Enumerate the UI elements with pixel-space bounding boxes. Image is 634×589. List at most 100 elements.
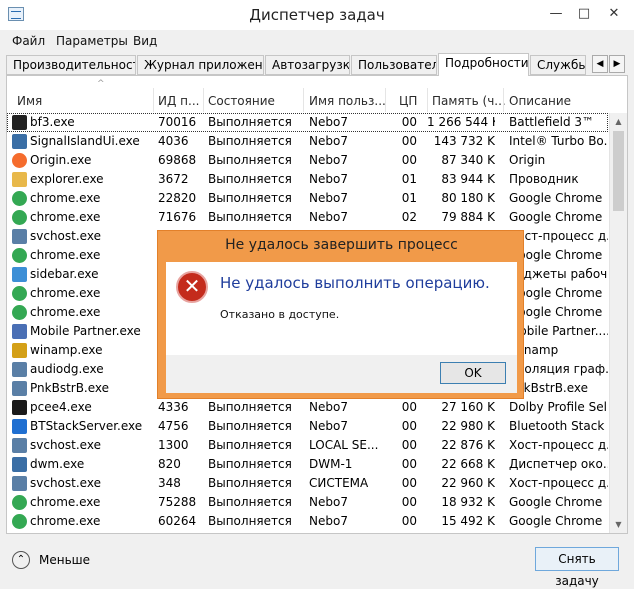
chrome-icon [12,305,27,320]
chrome-icon [12,248,27,263]
column-divider[interactable] [503,88,504,112]
table-row[interactable]: svchost.exe 348 Выполняется СИСТЕМА 00 22 960… [7,474,608,493]
process-name: Origin.exe [30,153,92,167]
column-divider[interactable] [427,88,428,112]
service-icon [12,229,27,244]
scroll-up-icon[interactable]: ▲ [610,113,627,130]
table-row[interactable]: explorer.exe 3672 Выполняется Nebo7 01 83 944… [7,170,608,189]
column-memory[interactable]: Память (ч... [432,94,506,108]
column-user[interactable]: Имя польз... [309,94,386,108]
vertical-scrollbar[interactable]: ▲ ▼ [609,113,627,533]
tab-app-history[interactable]: Журнал приложений [137,55,264,75]
table-row[interactable]: dwm.exe 820 Выполняется DWM-1 00 22 668 K Дисп… [7,455,608,474]
process-state: Выполняется [208,115,292,129]
chrome-icon [12,495,27,510]
process-cpu: 00 [401,400,417,414]
process-user: Nebo7 [309,400,348,414]
process-user: СИСТЕМА [309,476,369,490]
service-icon [12,362,27,377]
process-pid: 3672 [158,172,189,186]
menu-view[interactable]: Вид [133,34,157,48]
column-pid[interactable]: ИД п... [158,94,199,108]
column-cpu[interactable]: ЦП [399,94,417,108]
table-row[interactable]: Origin.exe 69868 Выполняется Nebo7 00 87 340 … [7,151,608,170]
process-pid: 4036 [158,134,189,148]
table-row[interactable]: chrome.exe 22820 Выполняется Nebo7 01 80 180 … [7,189,608,208]
process-user: Nebo7 [309,115,348,129]
process-name: explorer.exe [30,172,104,186]
process-name: Mobile Partner.exe [30,324,141,338]
error-icon: ✕ [176,271,208,303]
column-divider[interactable] [303,88,304,112]
origin-icon [12,153,27,168]
table-row[interactable]: chrome.exe 60264 Выполняется Nebo7 00 15 492 … [7,512,608,531]
process-cpu: 00 [401,115,417,129]
table-row[interactable]: chrome.exe 71676 Выполняется Nebo7 02 79 884 … [7,208,608,227]
table-row[interactable]: SignalIslandUi.exe 4036 Выполняется Nebo7 00… [7,132,608,151]
process-name: chrome.exe [30,514,101,528]
process-cpu: 00 [401,134,417,148]
process-cpu: 00 [401,476,417,490]
process-name: SignalIslandUi.exe [30,134,140,148]
table-row[interactable]: pcee4.exe 4336 Выполняется Nebo7 00 27 160 K D… [7,398,608,417]
process-state: Выполняется [208,476,292,490]
process-name: PnkBstrB.exe [30,381,110,395]
dialog-message: Не удалось выполнить операцию. [220,274,490,292]
menu-options[interactable]: Параметры [56,34,128,48]
process-name: svchost.exe [30,476,101,490]
process-cpu: 00 [401,419,417,433]
process-cpu: 00 [401,153,417,167]
dialog-footer: OK [166,355,517,393]
table-row[interactable]: BTStackServer.exe 4756 Выполняется Nebo7 00 2… [7,417,608,436]
process-state: Выполняется [208,495,292,509]
process-state: Выполняется [208,172,292,186]
process-state: Выполняется [208,400,292,414]
service-icon [12,381,27,396]
process-name: audiodg.exe [30,362,104,376]
process-cpu: 00 [401,514,417,528]
process-name: chrome.exe [30,248,101,262]
column-header: ^ Имя ИД п... Состояние Имя польз... ЦП … [7,76,627,112]
ok-button[interactable]: OK [440,362,506,384]
process-user: DWM-1 [309,457,353,471]
column-description[interactable]: Описание [509,94,571,108]
table-row[interactable]: svchost.exe 1300 Выполняется LOCAL SE... 00 2… [7,436,608,455]
tab-startup[interactable]: Автозагрузка [265,55,350,75]
process-pid: 75288 [158,495,197,509]
process-user: LOCAL SE... [309,438,379,452]
column-divider[interactable] [385,88,386,112]
close-button[interactable]: ✕ [602,4,626,24]
column-divider[interactable] [153,88,154,112]
process-description: Google Chrome [509,495,603,509]
scroll-down-icon[interactable]: ▼ [610,516,627,533]
tab-scroll-right-icon[interactable]: ▶ [609,55,625,73]
error-dialog: Не удалось завершить процесс ✕ Не удалос… [157,230,524,399]
table-row[interactable]: chrome.exe 75288 Выполняется Nebo7 00 18 932 … [7,493,608,512]
scroll-thumb[interactable] [613,131,624,211]
tab-scroll-left-icon[interactable]: ◀ [592,55,608,73]
column-state[interactable]: Состояние [208,94,275,108]
footer-bar: ⌃ Меньше Снять задачу [0,535,634,589]
tab-performance[interactable]: Производительность [6,55,136,75]
process-cpu: 01 [401,191,417,205]
minimize-button[interactable]: — [544,4,568,24]
process-memory: 87 340 K [441,153,495,167]
tab-details[interactable]: Подробности [438,53,529,76]
sort-indicator-icon: ^ [97,79,105,89]
table-row[interactable]: bf3.exe 70016 Выполняется Nebo7 00 1 266 544 … [7,113,608,132]
column-divider[interactable] [203,88,204,112]
process-description: Диспетчер око... [509,457,608,471]
menu-file[interactable]: Файл [12,34,45,48]
tab-users[interactable]: Пользователи [351,55,437,75]
chrome-icon [12,514,27,529]
end-task-button[interactable]: Снять задачу [535,547,619,588]
maximize-button[interactable]: □ [572,4,596,24]
process-pid: 60264 [158,514,197,528]
column-name[interactable]: Имя [17,94,42,108]
tab-services[interactable]: Службы [530,55,586,75]
process-memory: 79 884 K [441,210,495,224]
process-name: pcee4.exe [30,400,92,414]
process-description: Bluetooth Stack ... [509,419,608,433]
process-description: Dolby Profile Sel... [509,400,608,414]
service-icon [12,476,27,491]
